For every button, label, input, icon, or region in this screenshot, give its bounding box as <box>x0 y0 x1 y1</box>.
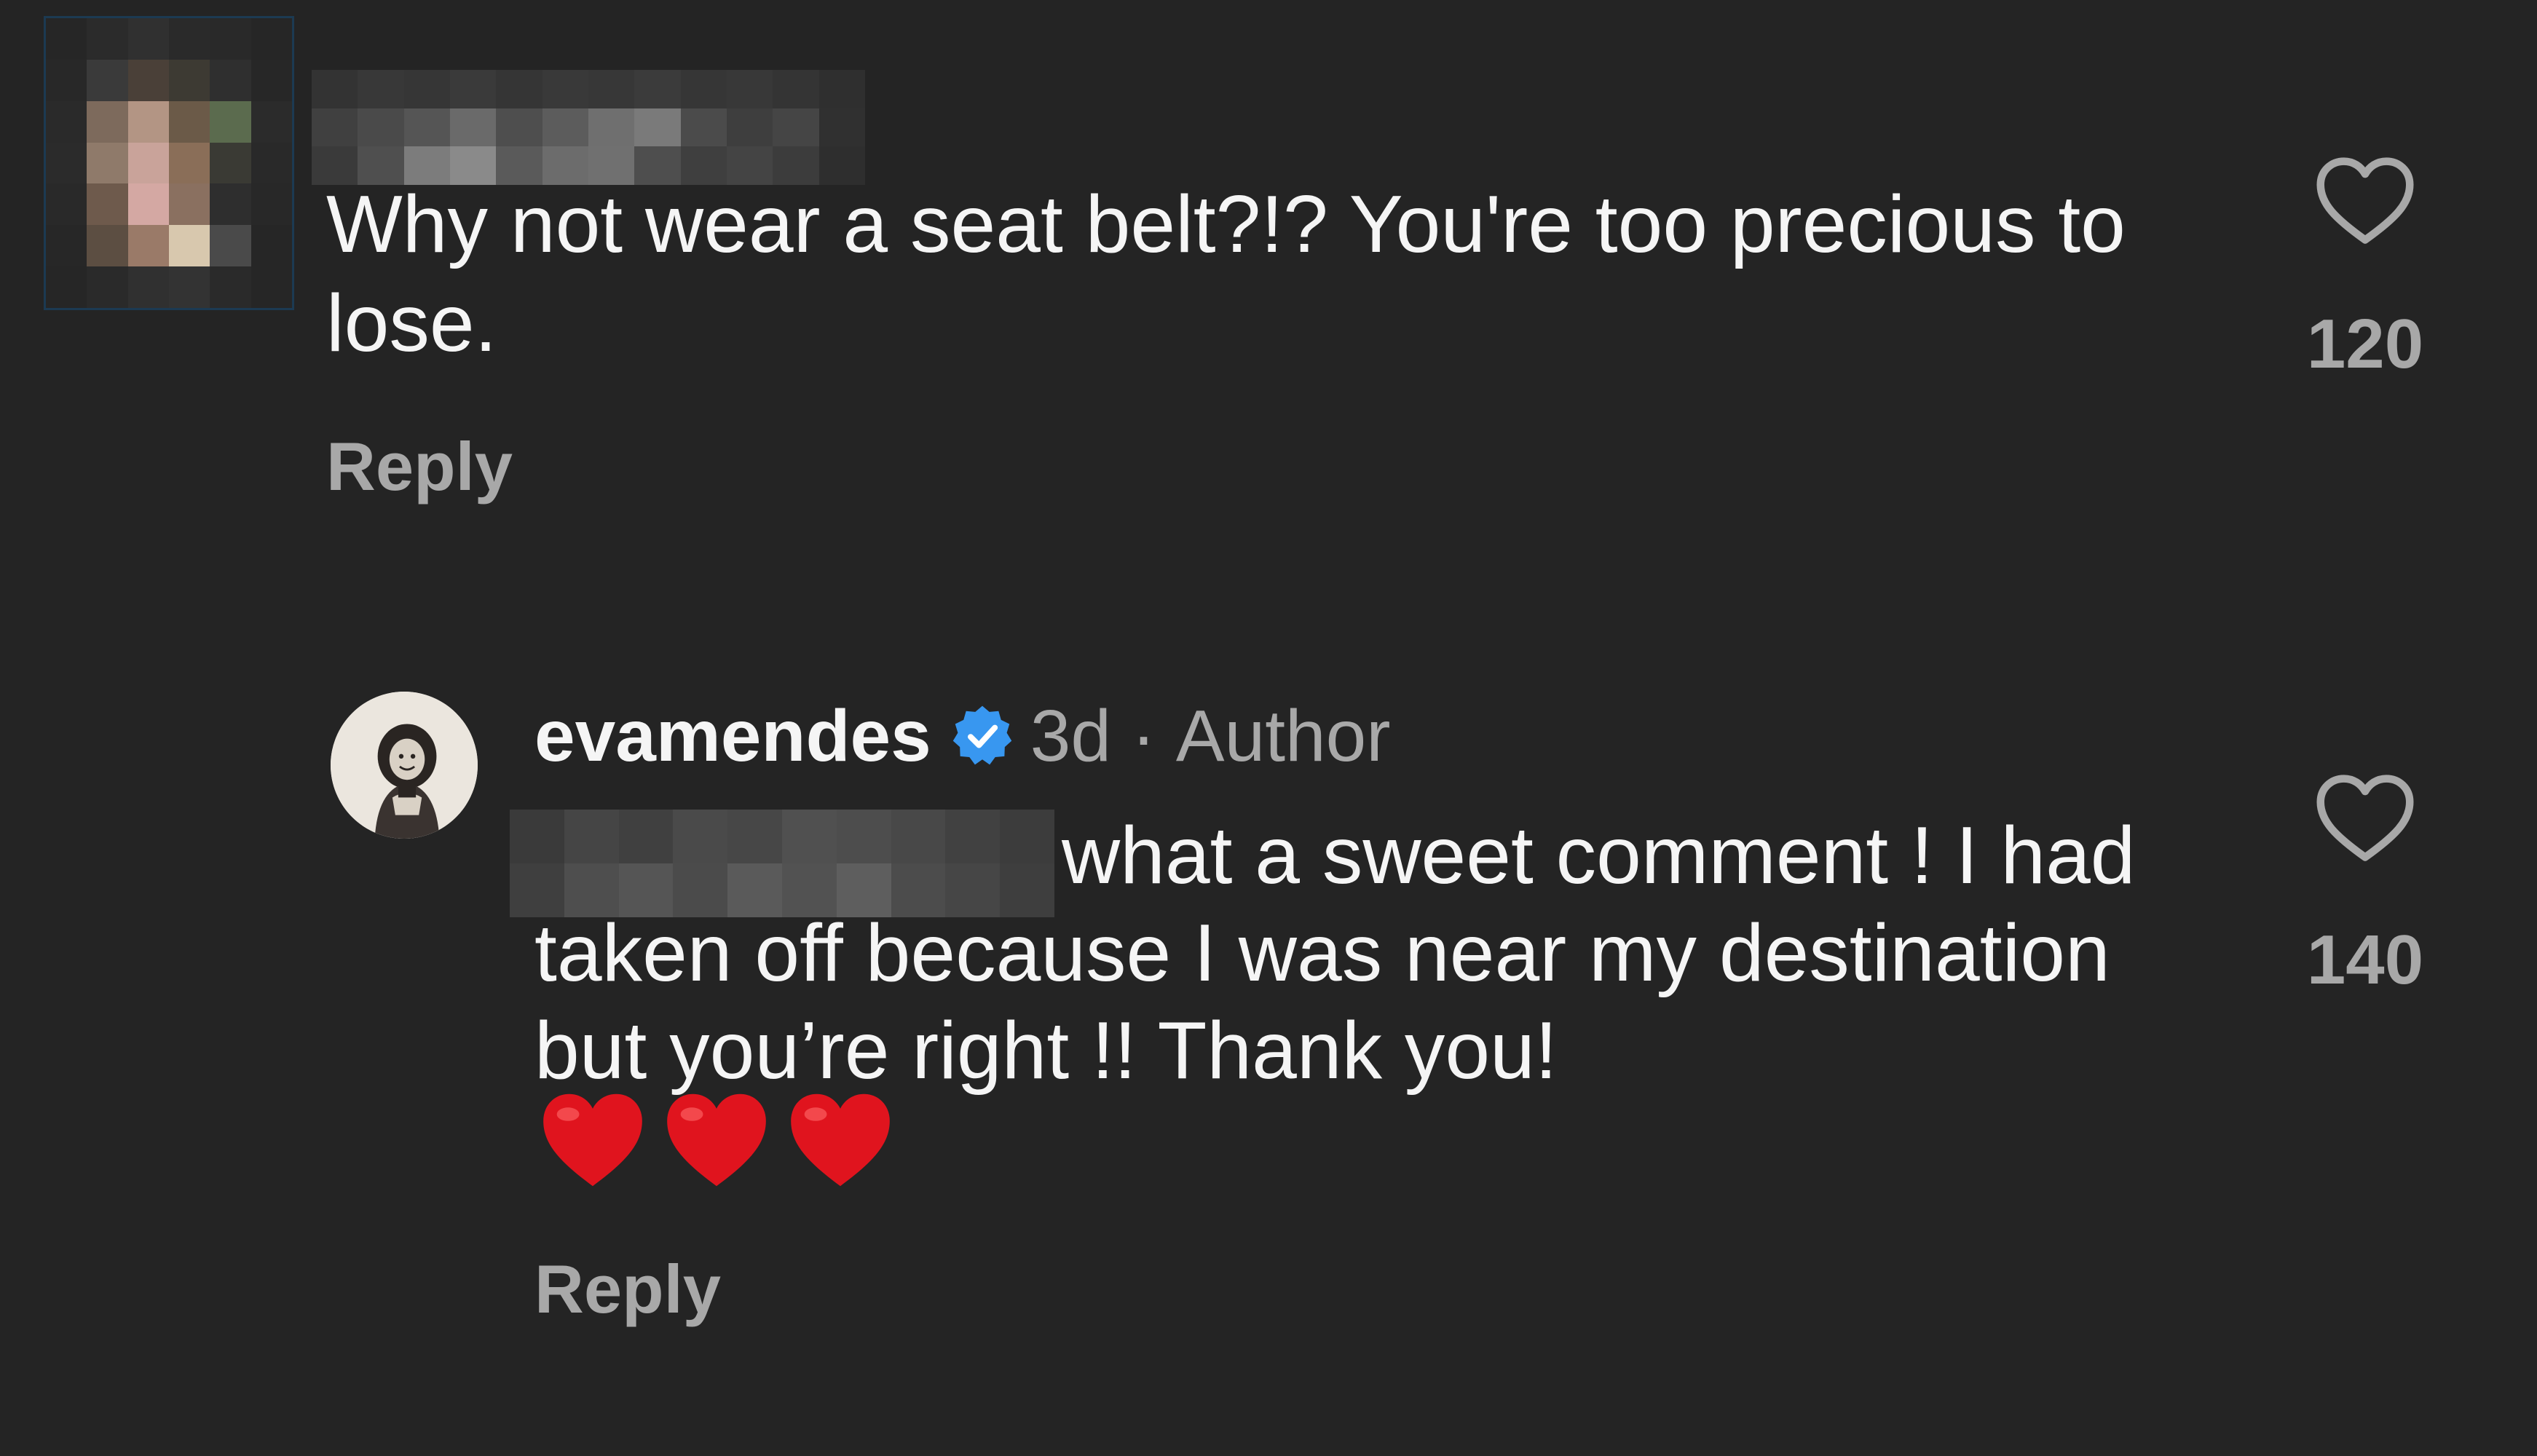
pixel-block <box>127 142 169 184</box>
pixel-block <box>358 70 404 108</box>
pixel-block <box>87 59 128 101</box>
pixel-block <box>210 142 251 184</box>
reply-button[interactable]: Reply <box>326 427 513 507</box>
pixel-block <box>46 100 87 143</box>
pixel-block <box>680 70 727 108</box>
pixel-block <box>210 266 251 308</box>
emoji-row <box>539 1089 894 1191</box>
pixel-block <box>168 142 210 184</box>
comment-header: evamendes 3d · Author <box>534 689 1391 783</box>
pixel-block <box>588 70 635 108</box>
pixel-block <box>127 100 169 143</box>
commenter-avatar-pixelated[interactable] <box>44 16 294 310</box>
pixel-block <box>127 59 169 101</box>
pixel-block <box>168 266 210 308</box>
pixel-block <box>250 142 292 184</box>
pixel-block <box>87 18 128 60</box>
pixel-block <box>680 108 727 147</box>
reply-button[interactable]: Reply <box>534 1249 721 1329</box>
like-count: 120 <box>2306 305 2424 383</box>
pixel-block <box>168 18 210 60</box>
reply-text: what a sweet comment ! I had taken off b… <box>534 810 2136 1096</box>
pixel-block <box>634 70 681 108</box>
pixel-block <box>210 183 251 226</box>
pixel-block <box>168 183 210 226</box>
pixel-block <box>542 70 588 108</box>
like-button[interactable] <box>2314 154 2416 249</box>
pixel-block <box>46 18 87 60</box>
like-button[interactable] <box>2314 772 2416 866</box>
pixel-block <box>449 70 497 108</box>
comment-text: Why not wear a seat belt?!? You're too p… <box>326 179 2126 368</box>
pixel-block <box>46 266 87 308</box>
pixel-block <box>634 108 681 147</box>
pixel-block <box>250 18 292 60</box>
pixel-block <box>210 18 251 60</box>
pixel-block <box>127 266 169 308</box>
author-avatar[interactable] <box>331 692 478 839</box>
pixel-block <box>87 100 128 143</box>
pixel-block <box>210 225 251 267</box>
red-heart-emoji-icon <box>667 1093 766 1187</box>
pixel-block <box>449 108 497 147</box>
pixel-block <box>726 108 773 147</box>
like-count: 140 <box>2306 921 2424 999</box>
pixel-block <box>46 225 87 267</box>
author-username[interactable]: evamendes <box>534 695 931 778</box>
pixel-block <box>210 59 251 101</box>
pixel-block <box>312 70 358 108</box>
avatar-photo-icon <box>331 692 478 839</box>
pixel-block <box>250 100 292 143</box>
heart-outline-icon <box>2316 157 2414 244</box>
pixel-block <box>250 183 292 226</box>
pixel-block <box>46 59 87 101</box>
pixel-block <box>818 70 865 108</box>
pixel-block <box>726 70 773 108</box>
red-heart-emoji-icon <box>543 1093 642 1187</box>
pixel-block <box>496 108 542 147</box>
pixel-block <box>542 108 588 147</box>
meta-separator: · <box>1111 695 1176 778</box>
pixel-block <box>403 70 450 108</box>
pixel-block <box>773 70 819 108</box>
pixel-block <box>87 266 128 308</box>
pixel-block <box>87 142 128 184</box>
pixel-block <box>210 100 251 143</box>
pixel-block <box>127 18 169 60</box>
verified-badge-icon <box>952 705 1012 765</box>
commenter-username-pixelated[interactable] <box>312 70 865 185</box>
pixel-block <box>312 108 358 147</box>
pixel-block <box>250 59 292 101</box>
pixel-block <box>87 225 128 267</box>
pixel-block <box>358 108 404 147</box>
pixel-block <box>168 59 210 101</box>
pixel-block <box>87 183 128 226</box>
author-label: Author <box>1175 695 1391 777</box>
pixel-block <box>46 142 87 184</box>
pixel-block <box>168 225 210 267</box>
pixel-block <box>403 108 450 147</box>
separator-dot: · <box>1131 695 1156 777</box>
pixel-block <box>773 108 819 147</box>
pixel-block <box>250 266 292 308</box>
pixel-block <box>496 70 542 108</box>
pixel-block <box>46 183 87 226</box>
pixel-block <box>250 225 292 267</box>
pixel-block <box>168 100 210 143</box>
red-heart-emoji-icon <box>791 1093 890 1187</box>
pixel-block <box>818 108 865 147</box>
pixel-block <box>127 183 169 226</box>
pixel-block <box>127 225 169 267</box>
comment-time: 3d <box>1030 695 1112 777</box>
heart-outline-icon <box>2316 775 2414 861</box>
pixel-block <box>588 108 635 147</box>
